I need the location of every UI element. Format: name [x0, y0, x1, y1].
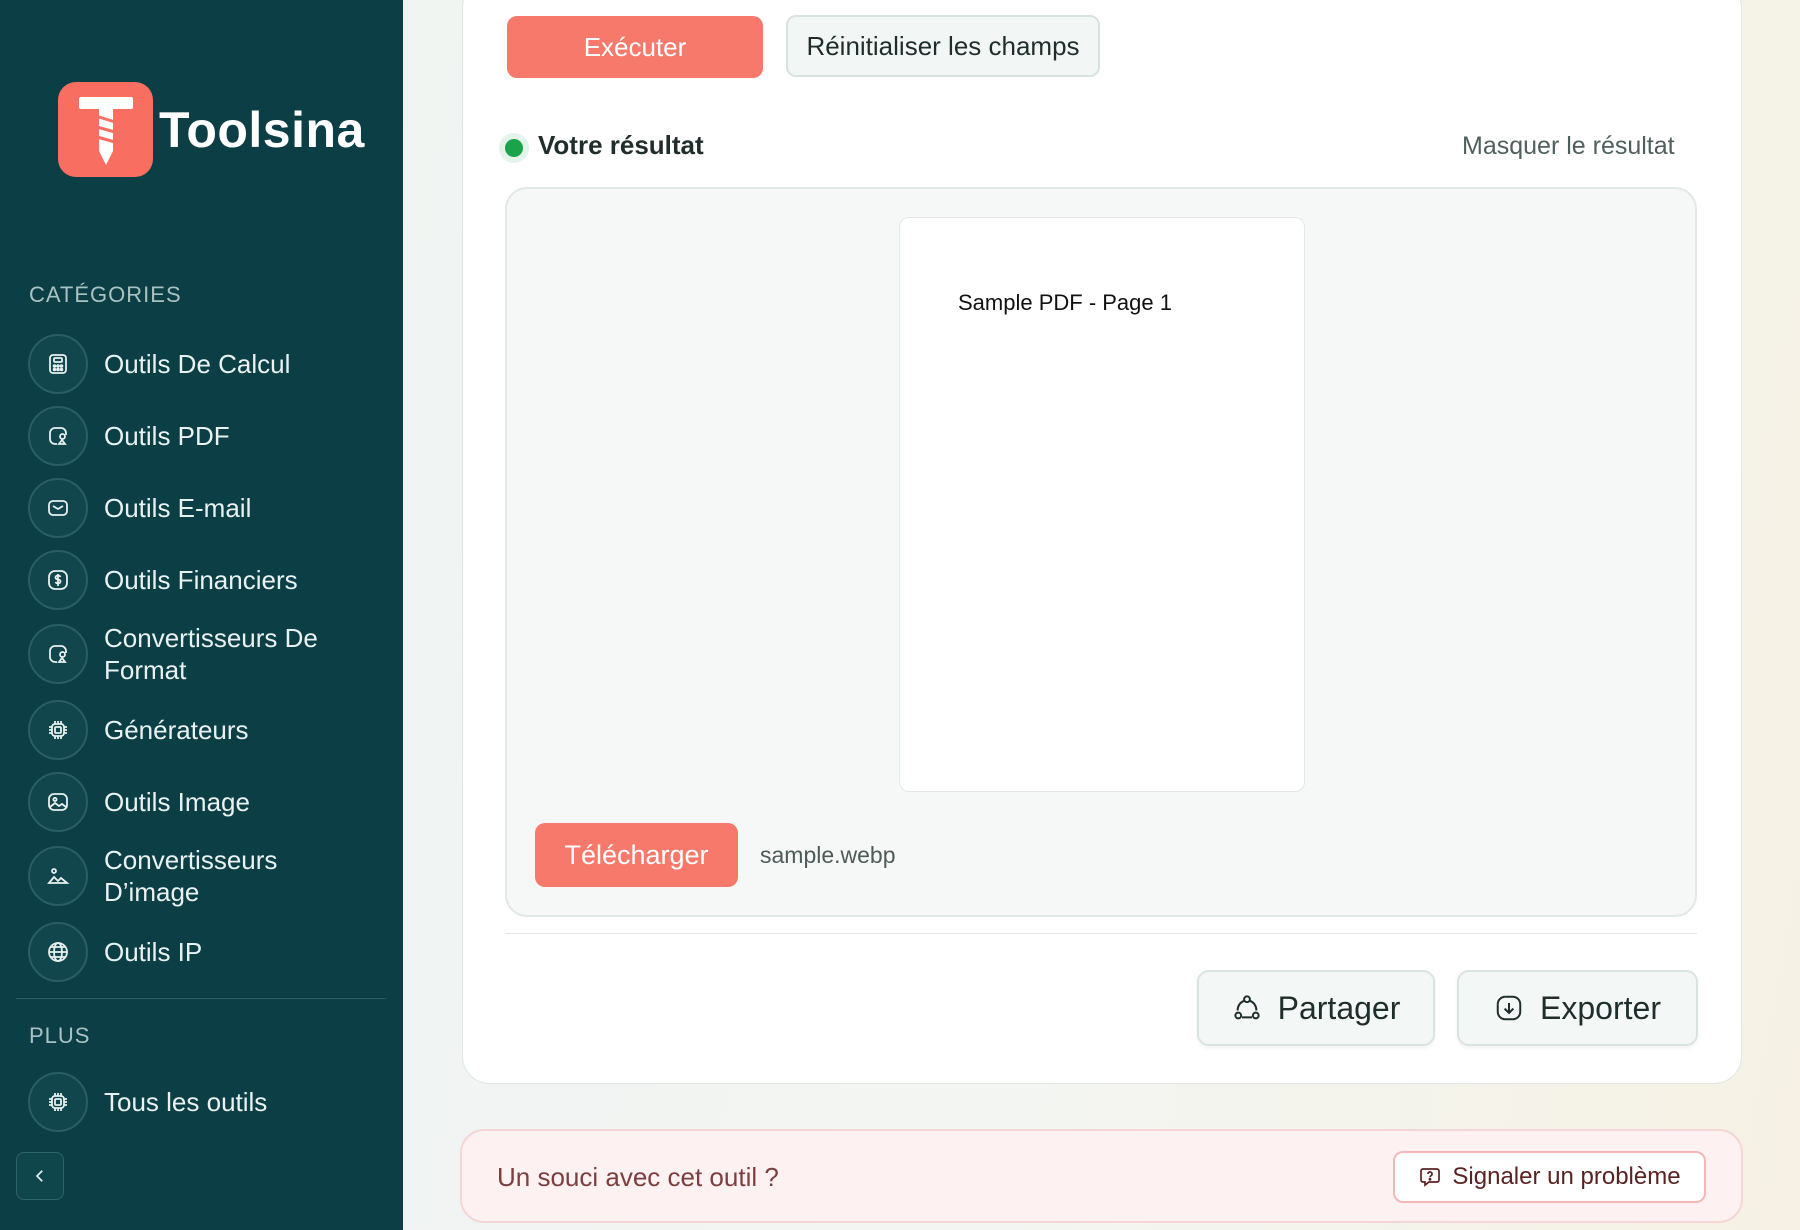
share-icon [1232, 993, 1262, 1023]
share-button[interactable]: Partager [1197, 970, 1435, 1046]
export-button[interactable]: Exporter [1457, 970, 1698, 1046]
chip-icon [28, 700, 88, 760]
result-title: Votre résultat [538, 130, 704, 160]
sidebar-item-financial[interactable]: Outils Financiers [28, 550, 388, 610]
mail-icon [28, 478, 88, 538]
report-button-label: Signaler un problème [1452, 1163, 1681, 1190]
pdf-shapes-icon [28, 406, 88, 466]
categories-heading: CATÉGORIES [29, 282, 182, 307]
sidebar-item-label: Outils E-mail [104, 493, 252, 523]
sidebar-item-ip-tools[interactable]: Outils IP [28, 922, 388, 982]
calculator-icon [28, 334, 88, 394]
sidebar-item-label: Outils Image [104, 787, 250, 817]
reset-fields-button[interactable]: Réinitialiser les champs [786, 15, 1100, 77]
pdf-preview-text: Sample PDF - Page 1 [958, 290, 1172, 315]
sidebar-item-label: Convertisseurs D’image [104, 845, 278, 907]
run-button[interactable]: Exécuter [507, 16, 763, 78]
sidebar-item-label: Outils IP [104, 937, 203, 967]
brand-logo[interactable]: Toolsina [58, 82, 365, 177]
sidebar-item-label: Convertisseurs De Format [104, 623, 318, 685]
sidebar-item-pdf[interactable]: Outils PDF [28, 406, 388, 466]
sidebar-item-all-tools[interactable]: Tous les outils [28, 1072, 388, 1132]
output-file-name: sample.webp [760, 842, 896, 868]
sidebar-item-label: Outils De Calcul [104, 349, 291, 379]
export-icon [1494, 993, 1524, 1023]
chip-icon [28, 1072, 88, 1132]
sidebar-item-email[interactable]: Outils E-mail [28, 478, 388, 538]
sidebar-item-label: Tous les outils [104, 1087, 268, 1117]
globe-icon [28, 922, 88, 982]
sidebar-item-label: Outils Financiers [104, 565, 298, 595]
sidebar-item-label: Générateurs [104, 715, 249, 745]
chevron-left-icon [35, 1170, 43, 1182]
report-question: Un souci avec cet outil ? [497, 1162, 779, 1192]
export-label: Exporter [1540, 989, 1661, 1026]
help-bubble-icon [1418, 1165, 1442, 1189]
sidebar-item-generators[interactable]: Générateurs [28, 700, 388, 760]
sidebar-item-calculation[interactable]: Outils De Calcul [28, 334, 388, 394]
dollar-icon [28, 550, 88, 610]
download-button[interactable]: Télécharger [535, 823, 738, 887]
sidebar-item-label: Outils PDF [104, 421, 230, 451]
sidebar-divider [16, 998, 386, 999]
more-heading: PLUS [29, 1023, 91, 1048]
report-problem-button[interactable]: Signaler un problème [1393, 1151, 1706, 1203]
brand-name: Toolsina [159, 101, 365, 158]
sidebar-item-format-converters[interactable]: Convertisseurs De Format [28, 622, 388, 686]
actions-divider [505, 933, 1697, 934]
toolsina-logo-icon [58, 82, 153, 177]
hide-result-link[interactable]: Masquer le résultat [1462, 132, 1675, 161]
collapse-sidebar-button[interactable] [16, 1152, 64, 1200]
image-convert-icon [28, 846, 88, 906]
format-shapes-icon [28, 624, 88, 684]
sidebar-item-image-tools[interactable]: Outils Image [28, 772, 388, 832]
image-icon [28, 772, 88, 832]
share-label: Partager [1277, 989, 1401, 1026]
sidebar-item-image-converters[interactable]: Convertisseurs D’image [28, 844, 388, 908]
sidebar: Toolsina CATÉGORIES Outils De Calcul Out… [0, 0, 403, 1230]
result-status-dot [505, 139, 523, 157]
